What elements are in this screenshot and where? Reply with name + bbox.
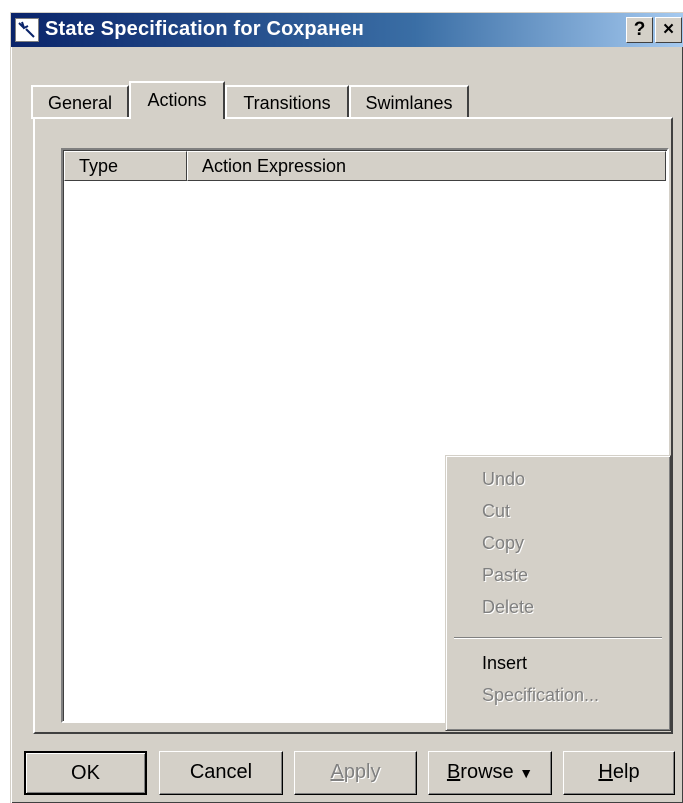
column-header-action-expression[interactable]: Action Expression xyxy=(187,151,666,181)
apply-label-rest: pply xyxy=(343,761,381,783)
menu-item-paste[interactable]: Paste xyxy=(482,560,528,590)
apply-mnemonic: A xyxy=(330,761,344,783)
tab-transitions-label: Transitions xyxy=(243,93,331,113)
column-type-label: Type xyxy=(79,156,119,176)
title-bar[interactable]: State Specification for Сохранен ? × xyxy=(11,13,683,47)
close-button[interactable]: × xyxy=(655,17,682,43)
menu-item-undo[interactable]: Undo xyxy=(482,464,525,494)
cancel-button[interactable]: Cancel xyxy=(159,751,283,795)
cancel-button-label: Cancel xyxy=(189,761,253,783)
browse-mnemonic: B xyxy=(446,761,461,783)
question-icon: ? xyxy=(633,19,646,40)
ok-button[interactable]: OK xyxy=(24,751,147,795)
browse-label-rest: rowse xyxy=(460,761,514,783)
app-icon xyxy=(15,18,39,42)
tab-general[interactable]: General xyxy=(31,85,129,119)
ok-button-label: OK xyxy=(71,762,100,784)
column-action-expression-label: Action Expression xyxy=(202,156,347,176)
help-mnemonic: H xyxy=(598,761,613,783)
menu-item-cut[interactable]: Cut xyxy=(482,496,510,526)
tab-transitions[interactable]: Transitions xyxy=(225,85,349,119)
apply-button[interactable]: Apply xyxy=(294,751,417,795)
tab-general-label: General xyxy=(47,93,113,113)
tab-swimlanes-label: Swimlanes xyxy=(365,93,453,113)
context-menu: Undo Cut Copy Paste Delete Insert Specif… xyxy=(445,455,671,731)
help-question-button[interactable]: ? xyxy=(626,17,653,43)
help-button[interactable]: Help xyxy=(563,751,675,795)
help-label-rest: elp xyxy=(612,761,640,783)
column-header-type[interactable]: Type xyxy=(64,151,187,181)
browse-button[interactable]: Browse ▼ xyxy=(428,751,552,795)
state-specification-dialog: State Specification for Сохранен ? × Gen… xyxy=(10,12,683,803)
dropdown-arrow-icon: ▼ xyxy=(519,765,534,781)
tab-actions[interactable]: Actions xyxy=(129,81,225,119)
menu-item-specification[interactable]: Specification... xyxy=(482,680,599,710)
menu-separator xyxy=(454,637,662,639)
close-icon: × xyxy=(662,19,675,40)
menu-item-copy[interactable]: Copy xyxy=(482,528,524,558)
tab-actions-label: Actions xyxy=(147,90,207,110)
menu-item-delete[interactable]: Delete xyxy=(482,592,534,622)
window-title: State Specification for Сохранен xyxy=(45,18,365,40)
tab-swimlanes[interactable]: Swimlanes xyxy=(349,85,469,119)
menu-item-insert[interactable]: Insert xyxy=(482,648,527,678)
